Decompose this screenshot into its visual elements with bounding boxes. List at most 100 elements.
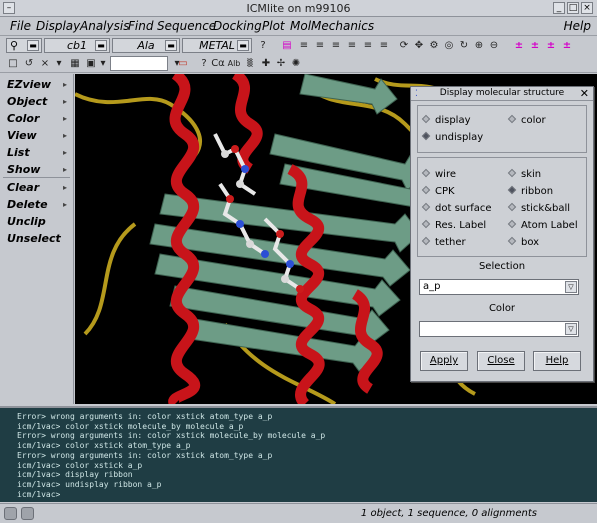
option-cpk[interactable]: CPK: [421, 185, 455, 197]
clip-reset-icon[interactable]: ±: [560, 38, 574, 53]
dialog-menu-icon[interactable]: ⁚: [415, 88, 418, 101]
menu-display[interactable]: Display: [36, 19, 80, 33]
status-bar: 1 object, 1 sequence, 0 alignments: [0, 503, 597, 523]
option-box[interactable]: box: [507, 236, 539, 248]
checkbox-checked-icon: [507, 185, 517, 195]
panel-unclip[interactable]: Unclip: [7, 215, 46, 228]
residue-combo-value: Ala: [137, 39, 155, 52]
menu-molmechanics[interactable]: MolMechanics: [290, 19, 374, 33]
dialog-close-icon[interactable]: ✕: [580, 87, 589, 100]
option-display[interactable]: display: [421, 114, 471, 126]
panel-object[interactable]: Object: [7, 95, 47, 108]
menu-help[interactable]: Help: [564, 19, 591, 33]
close-icon[interactable]: ×: [38, 56, 52, 71]
status-indicator-icon[interactable]: [4, 507, 17, 520]
option-color[interactable]: color: [507, 114, 546, 126]
refresh-icon[interactable]: ↻: [457, 38, 471, 53]
close-window-icon[interactable]: ×: [581, 2, 593, 14]
search-combo[interactable]: ⚲ ▬: [6, 38, 42, 53]
sparkle-icon[interactable]: ✺: [289, 56, 303, 71]
panel-list[interactable]: List: [7, 146, 30, 159]
align-icon[interactable]: ≡: [345, 38, 359, 53]
selection-field[interactable]: a_p ▽: [419, 279, 579, 295]
menu-find[interactable]: Find: [128, 19, 153, 33]
help-button[interactable]: Help: [533, 351, 581, 371]
rotate-icon[interactable]: ⟳: [397, 38, 411, 53]
panel-delete[interactable]: Delete: [7, 198, 48, 211]
status-indicator-icon[interactable]: [21, 507, 34, 520]
calpha-icon[interactable]: Cα: [211, 56, 225, 71]
panel-clear[interactable]: Clear: [7, 181, 39, 194]
option-res-label[interactable]: Res. Label: [421, 219, 486, 231]
select-icon[interactable]: ▤: [280, 38, 294, 53]
align-icon[interactable]: ≡: [377, 38, 391, 53]
chevron-down-icon[interactable]: ▽: [565, 323, 577, 335]
checkbox-icon: [507, 202, 517, 212]
menu-sequence[interactable]: Sequence: [157, 19, 216, 33]
apply-button[interactable]: Apply: [420, 351, 468, 371]
align-icon[interactable]: ≡: [361, 38, 375, 53]
panel-ezview[interactable]: EZview: [7, 78, 51, 91]
option-dot-surface[interactable]: dot surface: [421, 202, 492, 214]
submenu-arrow-icon: ▸: [62, 97, 67, 106]
checkbox-icon: [507, 168, 517, 178]
chevron-down-icon: ▬: [237, 40, 249, 51]
submenu-arrow-icon: ▸: [62, 131, 67, 140]
checkbox-icon: [421, 185, 431, 195]
clip-back-icon[interactable]: ±: [528, 38, 542, 53]
command-input[interactable]: [110, 56, 168, 71]
settings-icon[interactable]: ⚙: [427, 38, 441, 53]
option-ribbon[interactable]: ribbon: [507, 185, 553, 197]
option-atom-label[interactable]: Atom Label: [507, 219, 578, 231]
option-skin[interactable]: skin: [507, 168, 541, 180]
zoom-in-icon[interactable]: ⊕: [472, 38, 486, 53]
label-icon[interactable]: ?: [197, 56, 211, 71]
minimize-icon[interactable]: _: [553, 2, 565, 14]
panel-show[interactable]: Show: [7, 163, 40, 176]
align-icon[interactable]: ≡: [329, 38, 343, 53]
menu-analysis[interactable]: Analysis: [80, 19, 129, 33]
print-icon[interactable]: ▦: [68, 56, 82, 71]
menu-docking[interactable]: Docking: [213, 19, 262, 33]
clip-both-icon[interactable]: ±: [544, 38, 558, 53]
menu-file[interactable]: File: [10, 19, 31, 33]
align-icon[interactable]: ≡: [297, 38, 311, 53]
console-prompt[interactable]: icm/1vac>: [17, 490, 597, 500]
panel-color[interactable]: Color: [7, 112, 39, 125]
clip-front-icon[interactable]: ±: [512, 38, 526, 53]
zoom-out-icon[interactable]: ⊖: [487, 38, 501, 53]
maximize-icon[interactable]: □: [567, 2, 579, 14]
metal-combo[interactable]: METAL ▬: [182, 38, 252, 53]
box-select-icon[interactable]: □: [6, 56, 20, 71]
residue-combo[interactable]: Ala ▬: [112, 38, 180, 53]
undo-icon[interactable]: ↺: [22, 56, 36, 71]
surface-icon[interactable]: ▒: [243, 56, 257, 71]
panel-view[interactable]: View: [7, 129, 37, 142]
dropdown-icon[interactable]: ▾: [52, 56, 66, 71]
atom-label-icon[interactable]: Alb: [227, 56, 241, 71]
checkbox-icon: [507, 236, 517, 246]
object-combo[interactable]: cb1 ▬: [44, 38, 110, 53]
selection-label: Selection: [411, 261, 593, 272]
menu-plot[interactable]: Plot: [262, 19, 285, 33]
target-icon[interactable]: ◎: [442, 38, 456, 53]
cross-icon[interactable]: ✢: [274, 56, 288, 71]
color-field[interactable]: ▽: [419, 321, 579, 337]
image-icon[interactable]: ▭: [176, 56, 190, 71]
help-pointer-icon[interactable]: ?: [256, 38, 270, 53]
move-icon[interactable]: ✥: [412, 38, 426, 53]
pin-icon[interactable]: ✚: [259, 56, 273, 71]
option-tether[interactable]: tether: [421, 236, 466, 248]
option-undisplay[interactable]: undisplay: [421, 131, 483, 143]
color-label: Color: [411, 303, 593, 314]
panel-unselect[interactable]: Unselect: [7, 232, 61, 245]
option-stick-ball[interactable]: stick&ball: [507, 202, 570, 214]
command-console[interactable]: Error> wrong arguments in: color xstick …: [0, 406, 597, 502]
option-wire[interactable]: wire: [421, 168, 456, 180]
align-icon[interactable]: ≡: [313, 38, 327, 53]
option-label: CPK: [435, 186, 455, 197]
dropdown-icon[interactable]: ▾: [96, 56, 110, 71]
close-button[interactable]: Close: [477, 351, 525, 371]
search-icon: ⚲: [10, 39, 19, 52]
chevron-down-icon[interactable]: ▽: [565, 281, 577, 293]
